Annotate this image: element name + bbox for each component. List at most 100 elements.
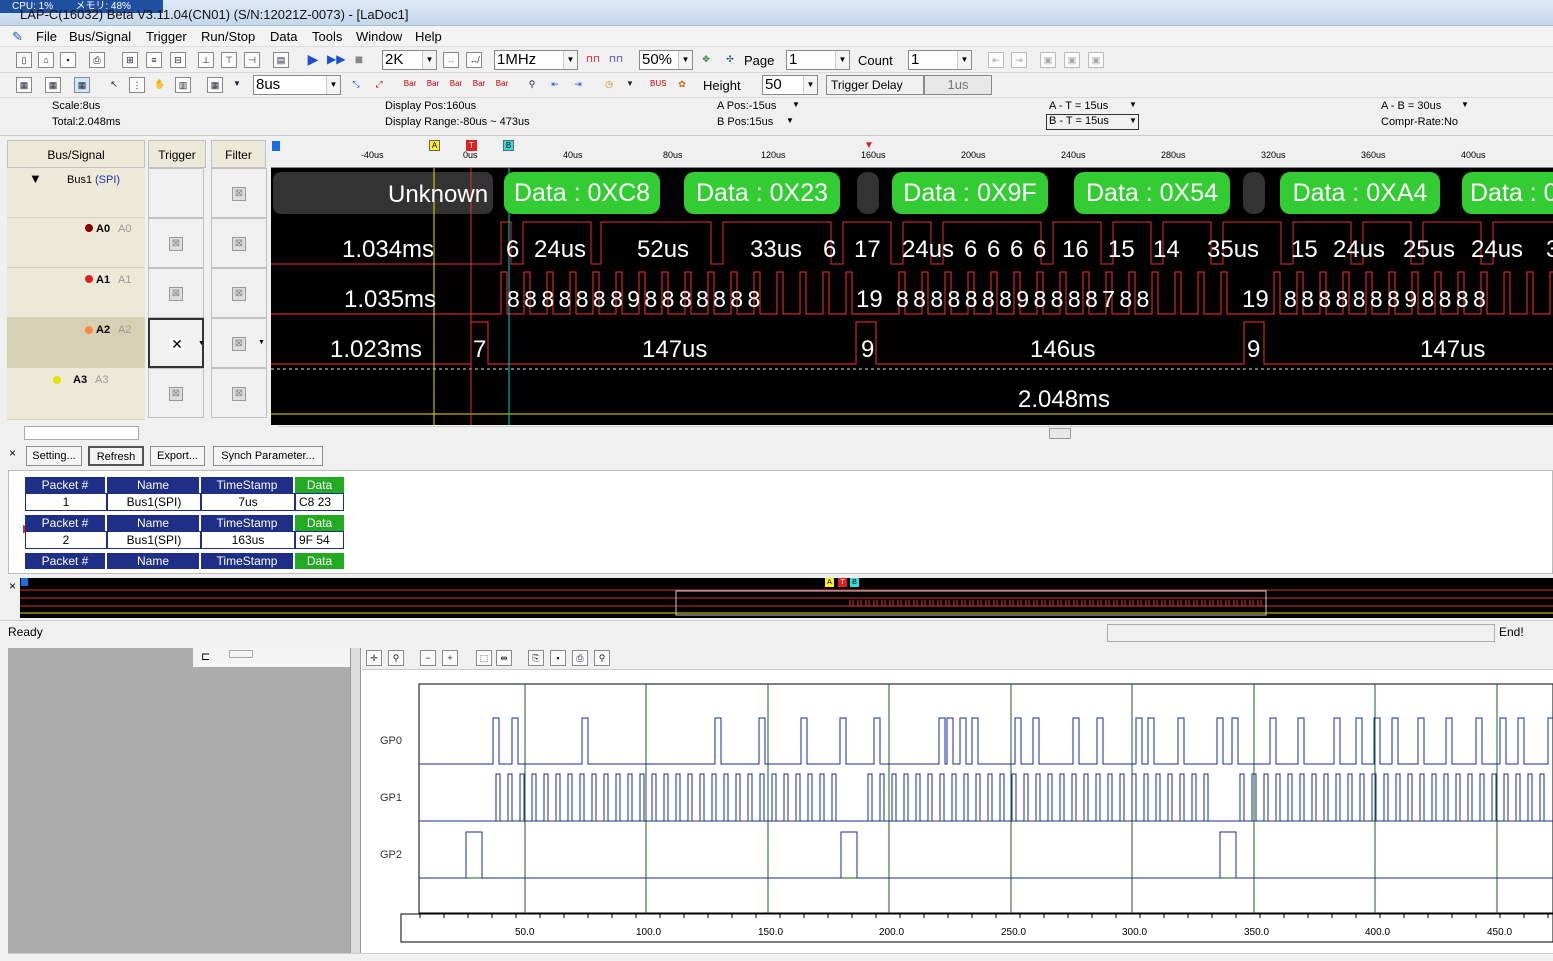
zoom-fit-icon[interactable]: ⤡: [348, 77, 364, 93]
scale-select[interactable]: 8us ▼: [253, 75, 341, 95]
chevron-down-icon[interactable]: ▼: [258, 339, 265, 346]
trigger-setup-icon[interactable]: ⊥: [198, 52, 214, 68]
print-preview-icon[interactable]: ⚲: [594, 650, 610, 666]
clock-wave-icon[interactable]: ⊓⊓: [585, 52, 601, 68]
clock-icon[interactable]: ◷: [601, 77, 617, 93]
tab-icon[interactable]: ⊏: [201, 650, 210, 663]
select-region-icon[interactable]: ⬚: [476, 650, 492, 666]
crosshair-icon[interactable]: ✛: [366, 650, 382, 666]
packet-data-cell[interactable]: C8 23: [295, 493, 344, 511]
stop-icon[interactable]: ■: [351, 52, 367, 68]
signal-panel-scrollbar[interactable]: [24, 426, 139, 440]
packet-name-cell[interactable]: Bus1(SPI): [107, 531, 201, 549]
trigger-level-icon[interactable]: ⊣: [244, 52, 260, 68]
zoom-out-time-icon[interactable]: ↮: [466, 52, 482, 68]
run-continuous-icon[interactable]: ▶▶: [327, 52, 345, 68]
overview-strip[interactable]: A T B: [20, 578, 1553, 618]
a1-filter-cell[interactable]: ⊠: [211, 268, 267, 318]
bus1-packet[interactable]: Data : 0XC8: [504, 172, 660, 214]
a0-trigger-cell[interactable]: ⊠: [148, 218, 204, 268]
menu-window[interactable]: Window: [356, 29, 402, 44]
zoom-select-icon[interactable]: ⚲: [388, 650, 404, 666]
bar-d-icon[interactable]: Bar: [494, 77, 510, 93]
packet-timestamp-cell[interactable]: 163us: [201, 531, 295, 549]
height-select[interactable]: 50 ▼: [762, 75, 818, 95]
expand-page-icon[interactable]: ✥: [698, 52, 714, 68]
a2-trigger-cell[interactable]: ✕ ▼: [148, 318, 205, 368]
bus-setup-icon[interactable]: ⊞: [122, 52, 138, 68]
a2-filter-cell[interactable]: ⊠ ▼: [211, 318, 267, 368]
packet-number-cell[interactable]: 2: [25, 531, 107, 549]
a0-filter-cell[interactable]: ⊠: [211, 218, 267, 268]
chevron-down-icon[interactable]: ▼: [786, 116, 794, 125]
menu-help[interactable]: Help: [415, 29, 442, 44]
open-file-icon[interactable]: ⌂: [38, 52, 54, 68]
zoom-in-icon[interactable]: +: [442, 650, 458, 666]
chevron-down-icon[interactable]: ▼: [198, 340, 205, 347]
binoculars-icon[interactable]: ⚲: [524, 77, 540, 93]
select-icon[interactable]: ⋮: [129, 77, 145, 93]
refresh-button[interactable]: Refresh: [88, 446, 144, 466]
signal-setup-icon[interactable]: ≡: [146, 52, 162, 68]
gpio-plot[interactable]: [360, 670, 1553, 953]
measure-icon[interactable]: ▥: [175, 77, 191, 93]
menu-bus-signal[interactable]: Bus/Signal: [69, 29, 131, 44]
menu-tools[interactable]: Tools: [312, 29, 342, 44]
collapse-page-icon[interactable]: ✣: [722, 52, 738, 68]
chevron-down-icon[interactable]: ▼: [1129, 100, 1137, 109]
page-select[interactable]: 1 ▼: [786, 50, 850, 70]
bus1-packet[interactable]: Data : 0X54: [1074, 172, 1230, 214]
signal-row-bus1[interactable]: ▼ Bus1 (SPI): [7, 168, 145, 218]
print-icon[interactable]: ⎙: [89, 52, 105, 68]
zoom-out-icon[interactable]: −: [420, 650, 436, 666]
waveform-hscrollbar[interactable]: [278, 426, 1553, 440]
grid-icon[interactable]: ▦: [45, 77, 61, 93]
chevron-down-icon[interactable]: ▼: [1129, 116, 1137, 125]
chevron-down-icon[interactable]: ▼: [622, 77, 638, 93]
cursor-b-marker[interactable]: B: [503, 140, 514, 151]
save-plot-icon[interactable]: ▪: [550, 650, 566, 666]
pointer-icon[interactable]: ↖: [106, 77, 122, 93]
export-button[interactable]: Export...: [150, 446, 205, 466]
bar-c-icon[interactable]: Bar: [448, 77, 464, 93]
signal-color-icon[interactable]: ✿: [674, 77, 690, 93]
signal-row-a1[interactable]: A1 A1: [7, 268, 145, 318]
run-icon[interactable]: ▶: [305, 52, 321, 68]
search-prev-icon[interactable]: ⇤: [547, 77, 563, 93]
expand-triangle-icon[interactable]: ▼: [29, 171, 42, 186]
mini-scroll[interactable]: [229, 650, 253, 658]
search-next-icon[interactable]: ⇥: [570, 77, 586, 93]
chevron-down-icon[interactable]: ▼: [792, 100, 800, 109]
memory-depth-select[interactable]: 2K ▼: [382, 50, 437, 70]
cursor-a-marker[interactable]: A: [429, 140, 440, 151]
setting-button[interactable]: Setting...: [26, 446, 82, 466]
hand-icon[interactable]: ✋: [152, 77, 168, 93]
synch-parameter-button[interactable]: Synch Parameter...: [213, 446, 323, 466]
bus1-trigger-cell[interactable]: [148, 168, 204, 218]
bus1-packet[interactable]: Data : 0: [1462, 172, 1553, 214]
menu-data[interactable]: Data: [270, 29, 297, 44]
packet-name-cell[interactable]: Bus1(SPI): [107, 493, 201, 511]
a1-trigger-cell[interactable]: ⊠: [148, 268, 204, 318]
trigger-delay-input[interactable]: 1us: [924, 75, 992, 95]
packet-data-cell[interactable]: 9F 54: [295, 531, 344, 549]
bus1-packet[interactable]: Data : 0XA4: [1280, 172, 1440, 214]
packet-number-cell[interactable]: 1: [25, 493, 107, 511]
a3-filter-cell[interactable]: ⊠: [211, 368, 267, 418]
zoom-reset-icon[interactable]: ⤢: [371, 77, 387, 93]
chevron-down-icon[interactable]: ▼: [229, 77, 245, 93]
trigger-edge-icon[interactable]: ⊤: [221, 52, 237, 68]
page-next-icon[interactable]: ⇥: [1011, 52, 1027, 68]
bottom-scrollbar[interactable]: [8, 953, 1553, 961]
packet-timestamp-cell[interactable]: 7us: [201, 493, 295, 511]
signal-row-a0[interactable]: A0 A0: [7, 218, 145, 268]
signal-row-a3[interactable]: A3 A3: [7, 368, 145, 420]
config-icon[interactable]: ▤: [273, 52, 289, 68]
count-select[interactable]: 1 ▼: [908, 50, 972, 70]
waveform-view-icon[interactable]: ▦: [74, 77, 90, 93]
display-mode-icon[interactable]: ▦: [207, 77, 223, 93]
window-tile-icon[interactable]: ▣: [1040, 52, 1056, 68]
window-cascade-icon[interactable]: ▣: [1064, 52, 1080, 68]
signal-row-a2[interactable]: A2 A2: [7, 318, 145, 368]
chevron-down-icon[interactable]: ▼: [1461, 100, 1469, 109]
